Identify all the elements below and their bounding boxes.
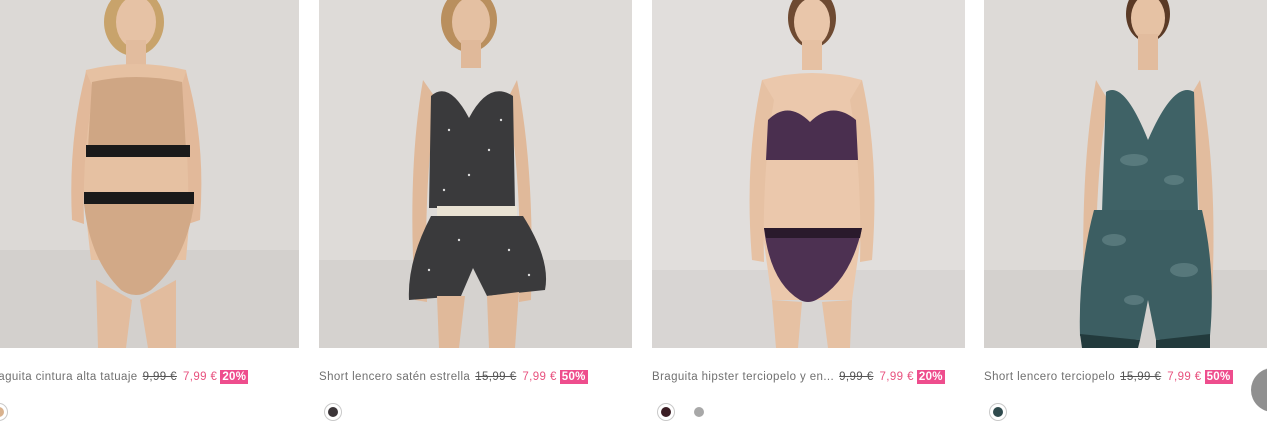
color-swatch[interactable]: [989, 403, 1007, 421]
original-price: 9,99 €: [142, 371, 177, 383]
color-swatch[interactable]: [324, 403, 342, 421]
product-card[interactable]: Braguita cintura alta tatuaje 9,99 € 7,9…: [0, 0, 299, 421]
product-image[interactable]: [652, 0, 965, 348]
original-price: 15,99 €: [1120, 371, 1162, 383]
product-image[interactable]: [319, 0, 632, 348]
sale-price: 7,99 €: [879, 371, 914, 383]
sale-price: 7,99 €: [522, 371, 557, 383]
discount-badge: 50%: [559, 370, 588, 384]
original-price: 9,99 €: [839, 371, 874, 383]
sale-price: 7,99 €: [182, 371, 218, 383]
color-swatch[interactable]: [690, 403, 708, 421]
product-name[interactable]: Short lencero terciopelo: [984, 371, 1115, 383]
color-swatch[interactable]: [657, 403, 675, 421]
product-image[interactable]: [0, 0, 299, 348]
product-card[interactable]: Short lencero terciopelo 15,99 € 7,99 € …: [984, 0, 1267, 421]
color-swatch[interactable]: [0, 403, 8, 421]
product-name[interactable]: Braguita cintura alta tatuaje: [0, 371, 138, 383]
product-card[interactable]: Braguita hipster terciopelo y en... 9,99…: [652, 0, 965, 421]
discount-badge: 20%: [916, 370, 945, 384]
discount-badge: 20%: [220, 370, 249, 384]
product-name[interactable]: Short lencero satén estrella: [319, 371, 470, 383]
product-image[interactable]: [984, 0, 1267, 348]
original-price: 15,99 €: [475, 371, 517, 383]
product-card[interactable]: Short lencero satén estrella 15,99 € 7,9…: [319, 0, 632, 421]
sale-price: 7,99 €: [1167, 371, 1202, 383]
discount-badge: 50%: [1204, 370, 1233, 384]
product-name[interactable]: Braguita hipster terciopelo y en...: [652, 371, 834, 383]
